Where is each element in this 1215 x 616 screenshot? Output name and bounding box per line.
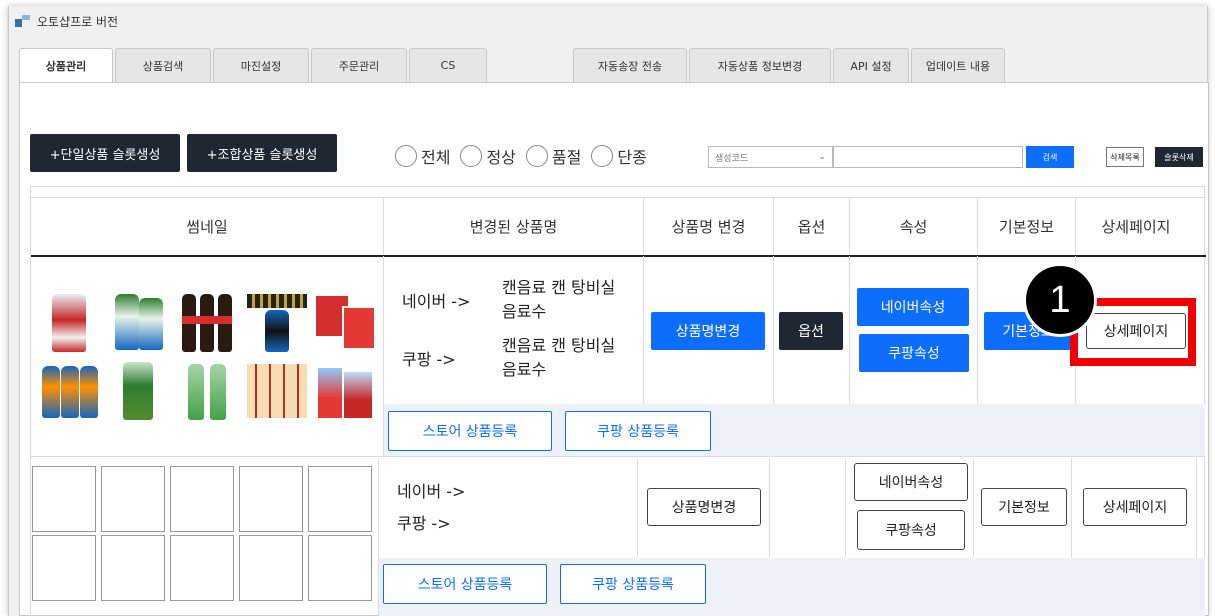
empty-thumbnail[interactable] — [239, 466, 303, 532]
coupang-label: 쿠팡 -> — [397, 514, 451, 533]
naver-product-name: 캔음료 캔 탕비실 음료수 — [502, 278, 616, 321]
empty-thumbnail[interactable] — [170, 535, 234, 601]
code-select-value: 생성코드 — [715, 153, 749, 164]
search-button[interactable]: 검색 — [1026, 146, 1074, 168]
empty-thumbnail[interactable] — [32, 466, 96, 532]
divider — [977, 256, 978, 404]
radio-all[interactable]: 전체 — [395, 144, 450, 168]
divider — [30, 456, 1205, 457]
radio-label: 단종 — [617, 148, 647, 167]
search-input[interactable] — [833, 146, 1023, 168]
product-thumbnail[interactable] — [245, 290, 309, 356]
option-button[interactable]: 옵션 — [779, 312, 843, 350]
basic-info-button[interactable]: 기본정보 — [981, 488, 1067, 526]
tab-spacer — [489, 48, 571, 82]
radio-circle — [525, 145, 548, 167]
product-thumbnail[interactable] — [176, 358, 240, 424]
radio-discontinued[interactable]: 단종 — [591, 144, 647, 168]
coupang-label: 쿠팡 -> — [402, 350, 456, 369]
empty-thumbnail[interactable] — [170, 466, 234, 532]
radio-label: 품절 — [551, 148, 582, 167]
code-select[interactable]: 생성코드 ⌄ — [708, 146, 833, 168]
header-detail-page: 상세페이지 — [1101, 217, 1171, 236]
product-thumbnail[interactable] — [38, 290, 102, 356]
header-attributes: 속성 — [850, 197, 978, 255]
tab-product-search[interactable]: 상품검색 — [115, 48, 211, 82]
product-thumbnail[interactable] — [314, 290, 378, 356]
tab-margin-settings[interactable]: 마진설정 — [213, 48, 309, 82]
tab-cs[interactable]: CS — [409, 48, 487, 82]
store-register-button[interactable]: 스토어 상품등록 — [383, 564, 547, 604]
header-rename: 상품명 변경 — [644, 197, 774, 255]
title-bar: 오토샵프로 버전 — [9, 6, 1207, 36]
tab-api-settings[interactable]: API 설정 — [833, 48, 909, 82]
slot-delete-button[interactable]: 슬롯삭제 — [1155, 147, 1203, 167]
chevron-down-icon: ⌄ — [818, 152, 826, 162]
combo-slot-create-button[interactable]: +조합상품 슬롯생성 — [187, 134, 337, 172]
radio-circle — [395, 145, 417, 167]
empty-thumbnail[interactable] — [308, 535, 372, 601]
tab-auto-invoice[interactable]: 자동송장 전송 — [573, 48, 687, 82]
radio-label: 전체 — [421, 148, 451, 167]
header-changed-name: 변경된 상품명 — [384, 197, 644, 255]
delete-list-button[interactable]: 삭제목록 — [1106, 147, 1144, 167]
app-icon — [15, 15, 31, 27]
tab-auto-product-update[interactable]: 자동상품 정보변경 — [689, 48, 831, 82]
product-thumbnail[interactable] — [176, 290, 240, 356]
header-option: 옵션 — [774, 197, 850, 255]
divider — [845, 458, 846, 558]
divider — [637, 458, 638, 558]
divider — [849, 256, 850, 404]
naver-label: 네이버 -> — [397, 482, 466, 501]
tab-update-notes[interactable]: 업데이트 내용 — [911, 48, 1005, 82]
product-thumbnail[interactable] — [107, 358, 171, 424]
header-thumbnail: 썸네일 — [31, 197, 384, 255]
divider — [769, 458, 770, 558]
radio-normal[interactable]: 정상 — [460, 144, 516, 168]
radio-circle — [460, 145, 483, 167]
empty-thumbnail[interactable] — [101, 466, 165, 532]
product-thumbnail[interactable] — [38, 358, 102, 424]
product-thumbnail[interactable] — [245, 358, 309, 424]
rename-button[interactable]: 상품명변경 — [651, 312, 765, 350]
product-thumbnail[interactable] — [107, 290, 171, 356]
radio-label: 정상 — [486, 148, 516, 167]
tab-order-manage[interactable]: 주문관리 — [311, 48, 407, 82]
naver-label: 네이버 -> — [402, 292, 471, 311]
header-divider — [31, 255, 1206, 257]
divider — [1071, 458, 1072, 558]
coupang-register-button[interactable]: 쿠팡 상품등록 — [560, 564, 706, 604]
header-basic-info: 기본정보 — [978, 197, 1076, 255]
divider — [31, 197, 1206, 198]
divider — [643, 256, 644, 404]
empty-thumbnail[interactable] — [239, 535, 303, 601]
step-badge: 1 — [1023, 263, 1097, 337]
product-thumbnail[interactable] — [314, 358, 378, 424]
divider — [1196, 458, 1197, 558]
coupang-attribute-button[interactable]: 쿠팡속성 — [857, 510, 965, 550]
naver-attribute-button[interactable]: 네이버속성 — [857, 288, 969, 326]
radio-soldout[interactable]: 품절 — [525, 144, 582, 168]
tab-product-manage[interactable]: 상품관리 — [19, 48, 113, 83]
coupang-attribute-button[interactable]: 쿠팡속성 — [859, 334, 969, 372]
store-register-button[interactable]: 스토어 상품등록 — [388, 411, 552, 451]
divider — [973, 458, 974, 558]
detail-page-button[interactable]: 상세페이지 — [1083, 488, 1187, 526]
coupang-product-name: 캔음료 캔 탕비실 음료수 — [502, 336, 616, 379]
single-slot-create-button[interactable]: +단일상품 슬롯생성 — [30, 134, 180, 172]
empty-thumbnail[interactable] — [308, 466, 372, 532]
tab-bar: 상품관리 상품검색 마진설정 주문관리 CS 자동송장 전송 자동상품 정보변경… — [19, 48, 1007, 83]
radio-circle — [591, 145, 614, 167]
window-title: 오토샵프로 버전 — [37, 14, 119, 29]
rename-button[interactable]: 상품명변경 — [647, 488, 761, 526]
naver-attribute-button[interactable]: 네이버속성 — [854, 463, 968, 501]
status-filter: 전체 정상 품절 단종 — [395, 144, 657, 168]
empty-thumbnail[interactable] — [32, 535, 96, 601]
coupang-register-button[interactable]: 쿠팡 상품등록 — [565, 411, 711, 451]
divider — [773, 256, 774, 404]
empty-thumbnail[interactable] — [101, 535, 165, 601]
